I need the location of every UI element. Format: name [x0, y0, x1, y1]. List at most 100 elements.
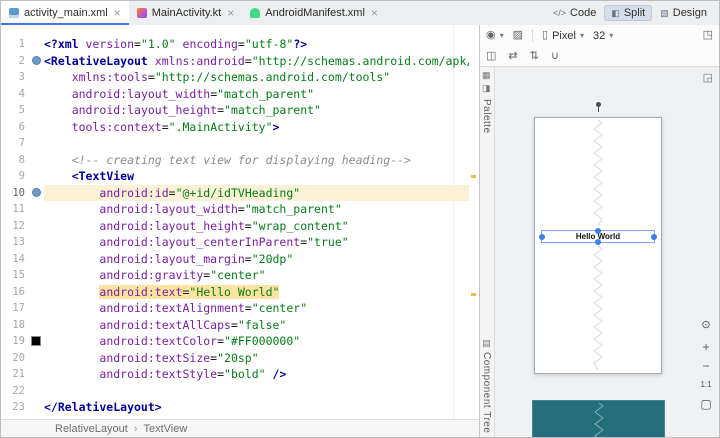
line-number: 14	[12, 252, 25, 265]
code-line[interactable]: 5 android:layout_height="match_parent"	[1, 102, 469, 119]
textview-selection[interactable]: Hello World	[539, 228, 657, 245]
code-line[interactable]: 21 android:textStyle="bold" />	[1, 366, 469, 383]
gutter	[28, 69, 44, 86]
code-text: android:layout_margin="20dp"	[99, 251, 294, 266]
zoom-fit-icon[interactable]: ▢	[698, 397, 714, 411]
float-window-icon[interactable]: ◲	[703, 71, 713, 84]
line-number: 22	[12, 384, 25, 397]
mode-code-button[interactable]: </> Code	[546, 5, 603, 21]
magnet-icon[interactable]: ∪	[551, 50, 559, 62]
close-tab-icon[interactable]: ×	[114, 7, 121, 19]
warning-stripe-mark[interactable]	[471, 293, 476, 296]
code-line[interactable]: 7	[1, 135, 469, 152]
grid-icon[interactable]: ◨	[482, 84, 491, 93]
code-lines[interactable]: 1 <?xml version="1.0" encoding="utf-8"?> 2…	[1, 25, 469, 419]
code-line[interactable]: 15 android:gravity="center"	[1, 267, 469, 284]
code-line[interactable]: 10 android:id="@+id/idTVHeading"	[1, 184, 469, 202]
code-line[interactable]: 14 android:layout_margin="20dp"	[1, 251, 469, 268]
design-canvas[interactable]: ◲ Hello World ⊙ + − 1:1 ▢	[495, 67, 719, 437]
code-line[interactable]: 23 </RelativeLayout>	[1, 399, 469, 416]
component-tree-label: Component Tree	[481, 351, 492, 434]
surface-mode-icon[interactable]: ◫	[486, 50, 496, 62]
orientation-icon[interactable]: ⇄	[508, 50, 517, 62]
xml-code-editor[interactable]: 1 <?xml version="1.0" encoding="utf-8"?> 2…	[1, 25, 479, 419]
pin-icon[interactable]	[595, 102, 602, 113]
selection-handle[interactable]	[539, 233, 545, 240]
code-line[interactable]: 16 android:text="Hello World"	[1, 284, 469, 301]
code-line[interactable]: 8 <!-- creating text view for displaying…	[1, 152, 469, 169]
tab-activity-main-xml[interactable]: activity_main.xml ×	[1, 1, 129, 25]
selection-handle[interactable]	[595, 228, 601, 234]
gutter	[28, 135, 44, 152]
code-text: <?xml version="1.0" encoding="utf-8"?>	[44, 37, 308, 51]
api-level-selector[interactable]: 32 ▾	[593, 30, 613, 42]
code-text: android:textAlignment="center"	[99, 301, 308, 315]
code-line[interactable]: 19 android:textColor="#FF000000"	[1, 333, 469, 350]
gutter-icon[interactable]	[31, 188, 41, 198]
code-line[interactable]: 17 android:textAlignment="center"	[1, 300, 469, 317]
resize-icon[interactable]: ⇅	[530, 50, 539, 62]
color-swatch-icon[interactable]	[31, 336, 41, 347]
main-area: 1 <?xml version="1.0" encoding="utf-8"?> 2…	[1, 25, 719, 437]
gutter	[28, 86, 44, 103]
design-toolbar-row1: ◉ ▾ ▨ ▯ Pixel ▾ 32 ▾ ◳	[480, 25, 719, 46]
zoom-in-button[interactable]: +	[698, 340, 714, 354]
tab-androidmanifest-xml[interactable]: AndroidManifest.xml ×	[242, 1, 386, 25]
device-preview-frame[interactable]: Hello World	[534, 117, 662, 374]
gutter	[28, 152, 44, 169]
code-line[interactable]: 11 android:layout_width="match_parent"	[1, 201, 469, 218]
tab-mainactivity-kt[interactable]: MainActivity.kt ×	[129, 1, 243, 25]
breadcrumb: RelativeLayout › TextView	[1, 419, 479, 437]
line-number: 13	[12, 236, 25, 248]
gutter	[28, 185, 44, 202]
code-line[interactable]: 4 android:layout_width="match_parent"	[1, 86, 469, 103]
code-line[interactable]: 20 android:textSize="20sp"	[1, 350, 469, 367]
close-tab-icon[interactable]: ×	[371, 7, 378, 19]
zoom-ratio-button[interactable]: 1:1	[698, 378, 714, 392]
code-line[interactable]: 18 android:textAllCaps="false"	[1, 317, 469, 334]
mode-design-button[interactable]: ▧ Design	[653, 5, 714, 21]
breadcrumb-relativelayout[interactable]: RelativeLayout	[55, 423, 128, 435]
chevron-down-icon: ▾	[499, 31, 504, 40]
blueprint-surface[interactable]	[532, 400, 665, 437]
zoom-out-button[interactable]: −	[698, 359, 714, 373]
mode-split-button[interactable]: ◧ Split	[604, 5, 653, 21]
code-line[interactable]: 2 <RelativeLayout xmlns:android="http://s…	[1, 53, 469, 70]
gutter	[28, 317, 44, 334]
line-number: 10	[12, 186, 25, 199]
selection-handle[interactable]	[595, 239, 601, 245]
gutter	[28, 333, 44, 350]
tabs: activity_main.xml × MainActivity.kt × An…	[1, 1, 386, 25]
panel-options-icon[interactable]: ◳	[703, 30, 713, 41]
device-selector[interactable]: ▯ Pixel ▾	[542, 30, 584, 42]
selection-handle[interactable]	[651, 233, 657, 240]
editor-tab-bar: activity_main.xml × MainActivity.kt × An…	[1, 1, 719, 26]
code-line[interactable]: 13 android:layout_centerInParent="true"	[1, 234, 469, 251]
gutter-icon[interactable]	[31, 56, 41, 66]
palette-tab[interactable]: Palette	[481, 99, 492, 134]
code-line[interactable]: 6 tools:context=".MainActivity">	[1, 119, 469, 136]
warning-stripe-mark[interactable]	[471, 175, 476, 178]
line-number: 12	[12, 219, 25, 232]
code-line[interactable]: 9 <TextView	[1, 168, 469, 185]
palette-icon[interactable]: ▦	[482, 71, 491, 80]
view-options-button[interactable]: ◉ ▾	[486, 30, 504, 41]
split-mode-icon: ◧	[611, 7, 620, 18]
theme-icon[interactable]: ▨	[513, 30, 523, 41]
gutter	[28, 36, 44, 53]
component-tree-tab[interactable]: ▤ Component Tree	[481, 338, 492, 434]
line-number: 4	[18, 87, 25, 100]
layout-file-icon	[9, 8, 19, 18]
pan-icon[interactable]: ⊙	[698, 318, 714, 332]
close-tab-icon[interactable]: ×	[227, 7, 234, 19]
spring-line-blueprint	[593, 403, 604, 437]
line-number: 6	[18, 120, 25, 133]
code-line[interactable]: 12 android:layout_height="wrap_content"	[1, 218, 469, 235]
spring-line-top	[593, 120, 603, 226]
code-line[interactable]: 22	[1, 383, 469, 400]
code-text: android:layout_height="match_parent"	[71, 103, 321, 117]
breadcrumb-textview[interactable]: TextView	[143, 423, 187, 435]
line-number: 2	[18, 54, 25, 67]
code-line[interactable]: 3 xmlns:tools="http://schemas.android.co…	[1, 69, 469, 86]
code-line[interactable]: 1 <?xml version="1.0" encoding="utf-8"?>	[1, 36, 469, 53]
